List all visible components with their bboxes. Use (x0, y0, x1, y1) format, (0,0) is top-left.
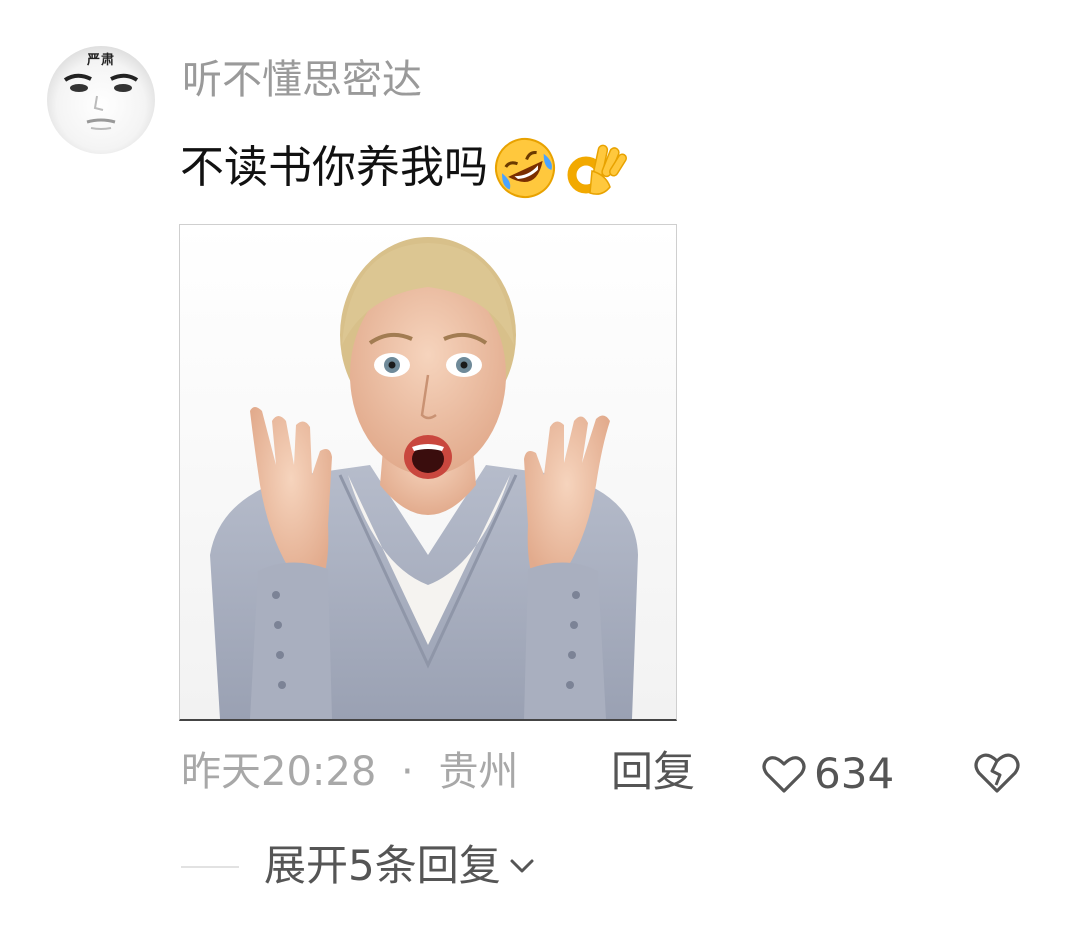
shocked-woman-photo-icon (180, 225, 676, 719)
meta-separator: · (401, 749, 414, 795)
comment-image[interactable] (179, 224, 677, 721)
chevron-down-icon (510, 859, 534, 873)
heart-icon (762, 756, 806, 793)
reply-button[interactable]: 回复 (611, 742, 695, 802)
like-count: 634 (814, 749, 895, 798)
comment-meta: 昨天20:28 · 贵州 (181, 742, 518, 802)
expand-divider (181, 866, 239, 868)
comment-location: 贵州 (438, 749, 519, 795)
rofl-emoji-icon (495, 138, 555, 198)
avatar-badge: 严肃 (86, 53, 116, 68)
ok-hand-emoji-icon (567, 144, 627, 195)
username[interactable]: 听不懂思密达 (182, 55, 422, 105)
broken-heart-icon (974, 753, 1020, 793)
expand-replies-label: 展开5条回复 (264, 841, 501, 890)
comment-time: 昨天20:28 (181, 749, 377, 795)
comment-text: 不读书你养我吗 (180, 135, 628, 201)
avatar[interactable]: 严肃 (47, 46, 155, 154)
like-button[interactable]: 634 (762, 744, 894, 804)
dislike-button[interactable] (972, 751, 1022, 799)
expand-replies-button[interactable]: 展开5条回复 (264, 836, 535, 896)
comment-body: 不读书你养我吗 (180, 142, 488, 193)
